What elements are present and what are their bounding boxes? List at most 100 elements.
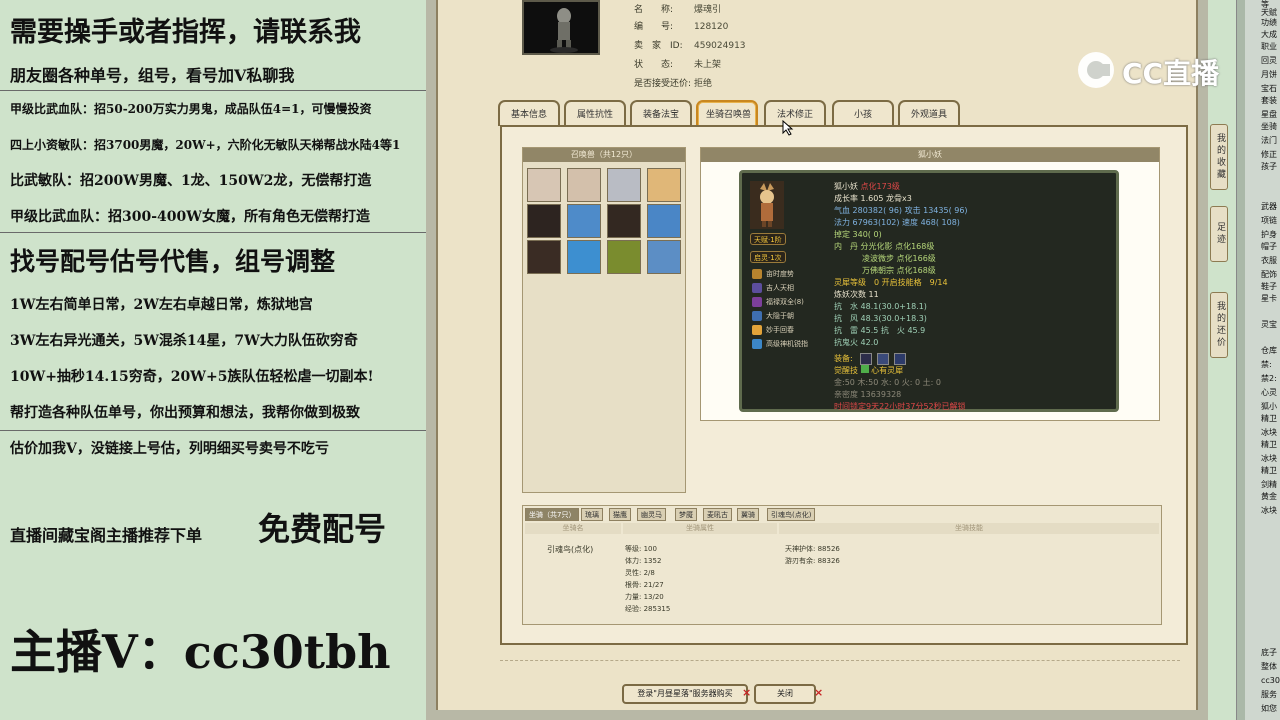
close-x-icon[interactable]: × [814,686,823,699]
ad-line-9: 3W左右异光通关，5W混杀14星，7W大力队伍砍穷奇 [10,333,358,349]
mouse-cursor-icon [782,120,794,136]
equip-slot-icon[interactable] [877,353,890,365]
summon-detail: 狐小妖 天赋·1阶 启灵·1次 亩时度势 吉人天相 福禄双全(8) 大隐于朝 妙… [700,147,1160,421]
summon-thumb[interactable] [567,204,601,238]
ad-line-2: 朋友圈各种单号，组号，看号加V私聊我 [10,66,295,85]
tab-appearance[interactable]: 外观道具 [898,100,960,126]
summon-thumb[interactable] [607,204,641,238]
ad-line-10: 10W+抽秒14.15穷奇，20W+5族队伍轻松虐一切副本! [10,369,374,385]
mount-attr: 等级: 100 [625,545,657,553]
mount-tab[interactable]: 引魂鸟(点化) [767,508,816,521]
summon-thumb[interactable] [527,240,561,274]
logo-text: CC直播 [1122,57,1220,90]
chat-line: 项链 [1261,216,1277,225]
skill-row: 妙手回春 [752,325,794,335]
chat-line: 功绩 [1261,18,1277,27]
summon-thumb[interactable] [607,168,641,202]
tab-child[interactable]: 小孩 [832,100,894,126]
chat-line: 大成 [1261,30,1277,39]
close-x-icon[interactable]: × [742,686,751,699]
ad-line-6: 甲级比武血队：招300-400W女魔，所有角色无偿帮打造 [10,209,370,225]
trade-panel: 名 称: 爆魂引 编 号: 128120 卖 家 ID: 459024913 状 态:… [436,0,1198,710]
chat-line: 坐骑 [1261,122,1277,131]
summon-thumb[interactable] [647,204,681,238]
info-bargain: 是否接受还价: 拒绝 [634,79,713,89]
ad-line-15: 主播V：cc30tbh [10,625,391,679]
summon-list: 召唤兽（共12只） [522,147,686,493]
close-button[interactable]: 关闭 [754,684,816,704]
chat-line: 星卡 [1261,294,1277,303]
fox-sprite-icon [760,183,774,227]
stat-neidan: 内 丹 分光化影 点化168级 [834,242,935,251]
mount-tab[interactable]: 猫鹰 [609,508,631,521]
chat-line: 冰块 [1261,506,1277,515]
mount-attr: 力量: 13/20 [625,593,664,601]
skill-row: 福禄双全(8) [752,297,804,307]
tab-basic-info[interactable]: 基本信息 [498,100,560,126]
mount-tab[interactable]: 琉璃 [581,508,603,521]
mount-tab[interactable]: 幽灵马 [637,508,666,521]
mount-attr: 根骨: 21/27 [625,581,664,589]
mount-tab-all[interactable]: 坐骑（共7只） [525,508,580,521]
summon-thumb[interactable] [567,240,601,274]
mount-tab[interactable]: 梦魇 [675,508,697,521]
summon-thumb[interactable] [527,204,561,238]
stat-intimacy: 亲密度 13639328 [834,390,902,399]
chat-line: 黄金 [1261,492,1277,501]
info-seller: 卖 家 ID: 459024913 [634,41,746,51]
summon-list-header: 召唤兽（共12只） [523,148,685,162]
summon-thumb[interactable] [647,240,681,274]
chat-line: 武器 [1261,202,1277,211]
mount-col-name: 坐骑名 [525,523,621,534]
chat-line: 灵宝 [1261,320,1277,329]
mount-tab[interactable]: 麦吼古 [703,508,732,521]
info-id: 编 号: 128120 [634,22,729,32]
tab-spell-correction[interactable]: 法术修正 [764,100,826,126]
skill-row: 亩时度势 [752,269,794,279]
ad-line-14: 免费配号 [258,510,387,548]
tab-attributes[interactable]: 属性抗性 [564,100,626,126]
game-window: 名 称: 爆魂引 编 号: 128120 卖 家 ID: 459024913 状 态:… [426,0,1208,720]
right-scrollbar[interactable] [1237,0,1245,720]
tab-equipment[interactable]: 装备法宝 [630,100,692,126]
chat-line: 法门 [1261,136,1277,145]
summon-thumb[interactable] [647,168,681,202]
chat-line: 精卫 [1261,440,1277,449]
chat-line: 狐小 [1261,402,1277,411]
summon-portrait [750,181,784,229]
divider [0,430,426,431]
summon-thumb[interactable] [567,168,601,202]
character-portrait [522,0,600,55]
stat-lianyao: 炼妖次数 11 [834,290,879,299]
stat-mp: 法力 67963(102) 速度 468( 108) [834,218,960,227]
my-favorites-button[interactable]: 我的收藏 [1210,124,1228,190]
equip-slot-icon[interactable] [860,353,872,365]
chat-line: 剑精 [1261,480,1277,489]
summon-thumb[interactable] [607,240,641,274]
chat-line: 冰块 [1261,454,1277,463]
chat-line: 如您 [1261,704,1277,713]
mount-tab[interactable]: 翼骑 [737,508,759,521]
stat-resist-wind: 抗 风 48.3(30.0+18.3) [834,314,927,323]
stat-ding: 掉定 340( 0) [834,230,882,239]
tab-mount-summon[interactable]: 坐骑召唤兽 [696,100,758,126]
equip-slot-icon[interactable] [894,353,907,365]
summon-thumb[interactable] [527,168,561,202]
stat-neidan-3: 万佛朝宗 点化168级 [862,266,936,275]
stat-resist-ghost: 抗鬼火 42.0 [834,338,879,347]
summon-detail-header: 狐小妖 [701,148,1159,162]
chat-line: 宝石 [1261,84,1277,93]
character-sprite-icon [550,8,578,53]
chat-line: 底子 [1261,648,1277,657]
mount-attr: 体力: 1352 [625,557,662,565]
login-buy-button[interactable]: 登录"月昼星落"服务器购买 [622,684,748,704]
footprint-button[interactable]: 足迹 [1210,206,1228,262]
ad-line-11: 帮打造各种队伍单号，你出预算和想法，我帮你做到极致 [10,405,360,421]
info-status: 状 态: 未上架 [634,60,722,70]
ad-line-1: 需要操手或者指挥，请联系我 [10,17,361,48]
chat-line: 职业 [1261,42,1277,51]
chat-line: 修正 [1261,150,1277,159]
my-bargain-button[interactable]: 我的还价 [1210,292,1228,358]
skill-row: 吉人天相 [752,283,794,293]
divider [0,90,426,91]
